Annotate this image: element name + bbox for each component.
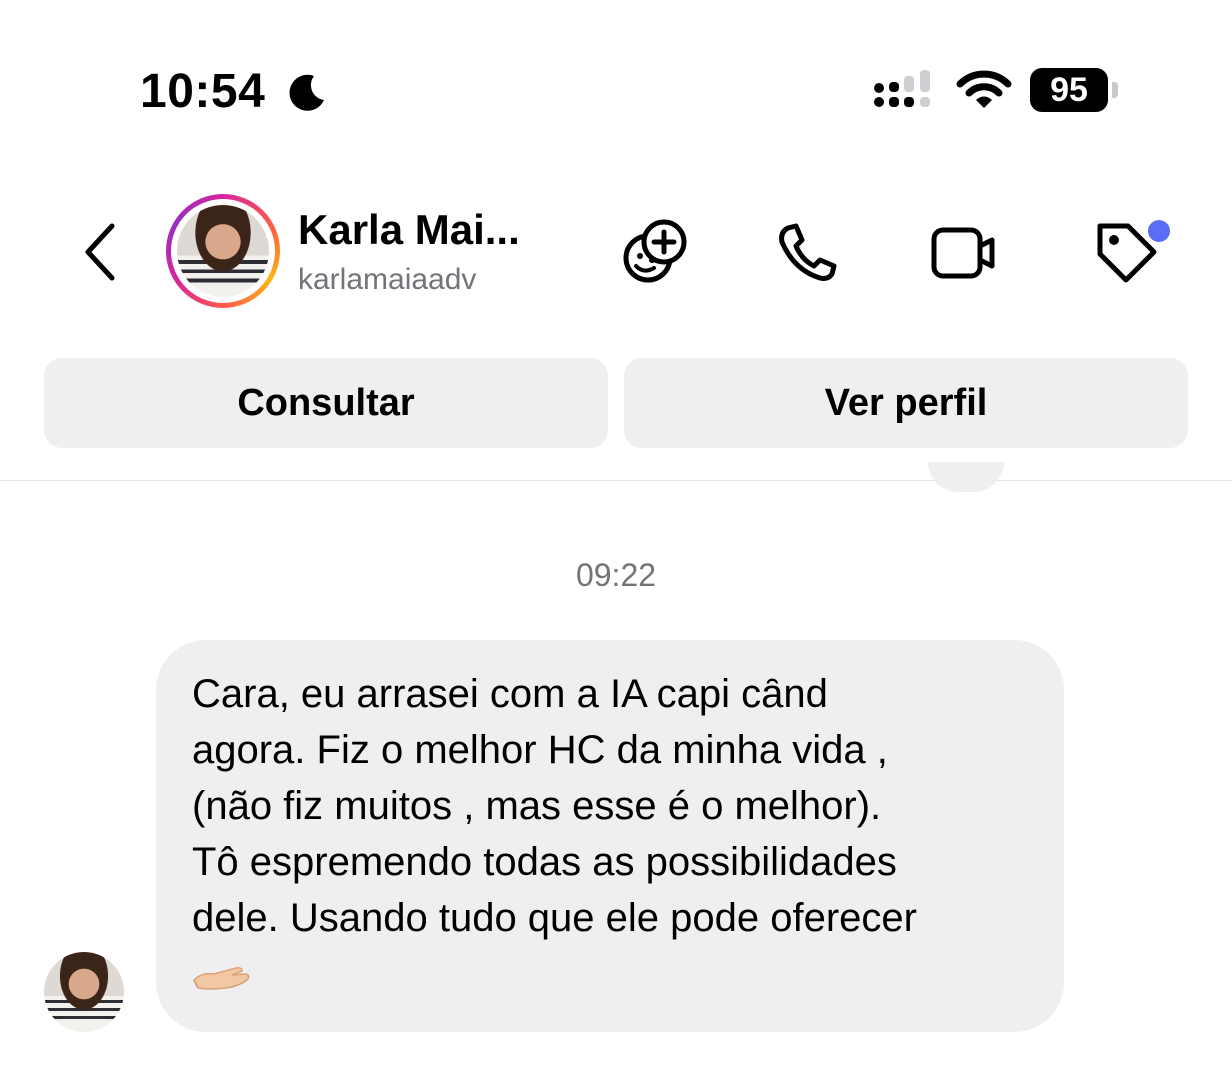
message-timestamp: 09:22 (575, 557, 657, 593)
video-camera-icon[interactable] (926, 216, 998, 288)
back-chevron-icon[interactable] (80, 222, 120, 282)
wifi-icon (956, 70, 1012, 108)
view-profile-button[interactable]: Ver perfil (624, 358, 1188, 448)
sticker-add-icon[interactable] (618, 216, 690, 288)
consultar-button[interactable]: Consultar (44, 358, 608, 448)
avatar-photo (177, 205, 269, 297)
status-time: 10:54 (140, 65, 266, 118)
phone-icon[interactable] (770, 216, 842, 288)
contact-username[interactable]: karlamaiaadv (298, 260, 476, 300)
message-bubble[interactable]: Cara, eu arrasei com a IA capi cȃnd agor… (156, 640, 1064, 1032)
battery-level: 95 (1030, 68, 1108, 112)
message-text: Cara, eu arrasei com a IA capi cȃnd agor… (192, 672, 917, 940)
palm-up-hand-icon (193, 967, 250, 990)
notification-dot (1148, 220, 1170, 242)
contact-name[interactable]: Karla Mai... (298, 204, 520, 256)
previous-message-bubble (928, 462, 1004, 492)
moon-icon (289, 74, 324, 111)
cellular-signal-icon (874, 70, 930, 107)
header-divider (0, 480, 1232, 481)
battery-icon: 95 (1030, 68, 1120, 112)
profile-avatar[interactable] (166, 194, 280, 308)
sender-avatar[interactable] (44, 952, 124, 1032)
